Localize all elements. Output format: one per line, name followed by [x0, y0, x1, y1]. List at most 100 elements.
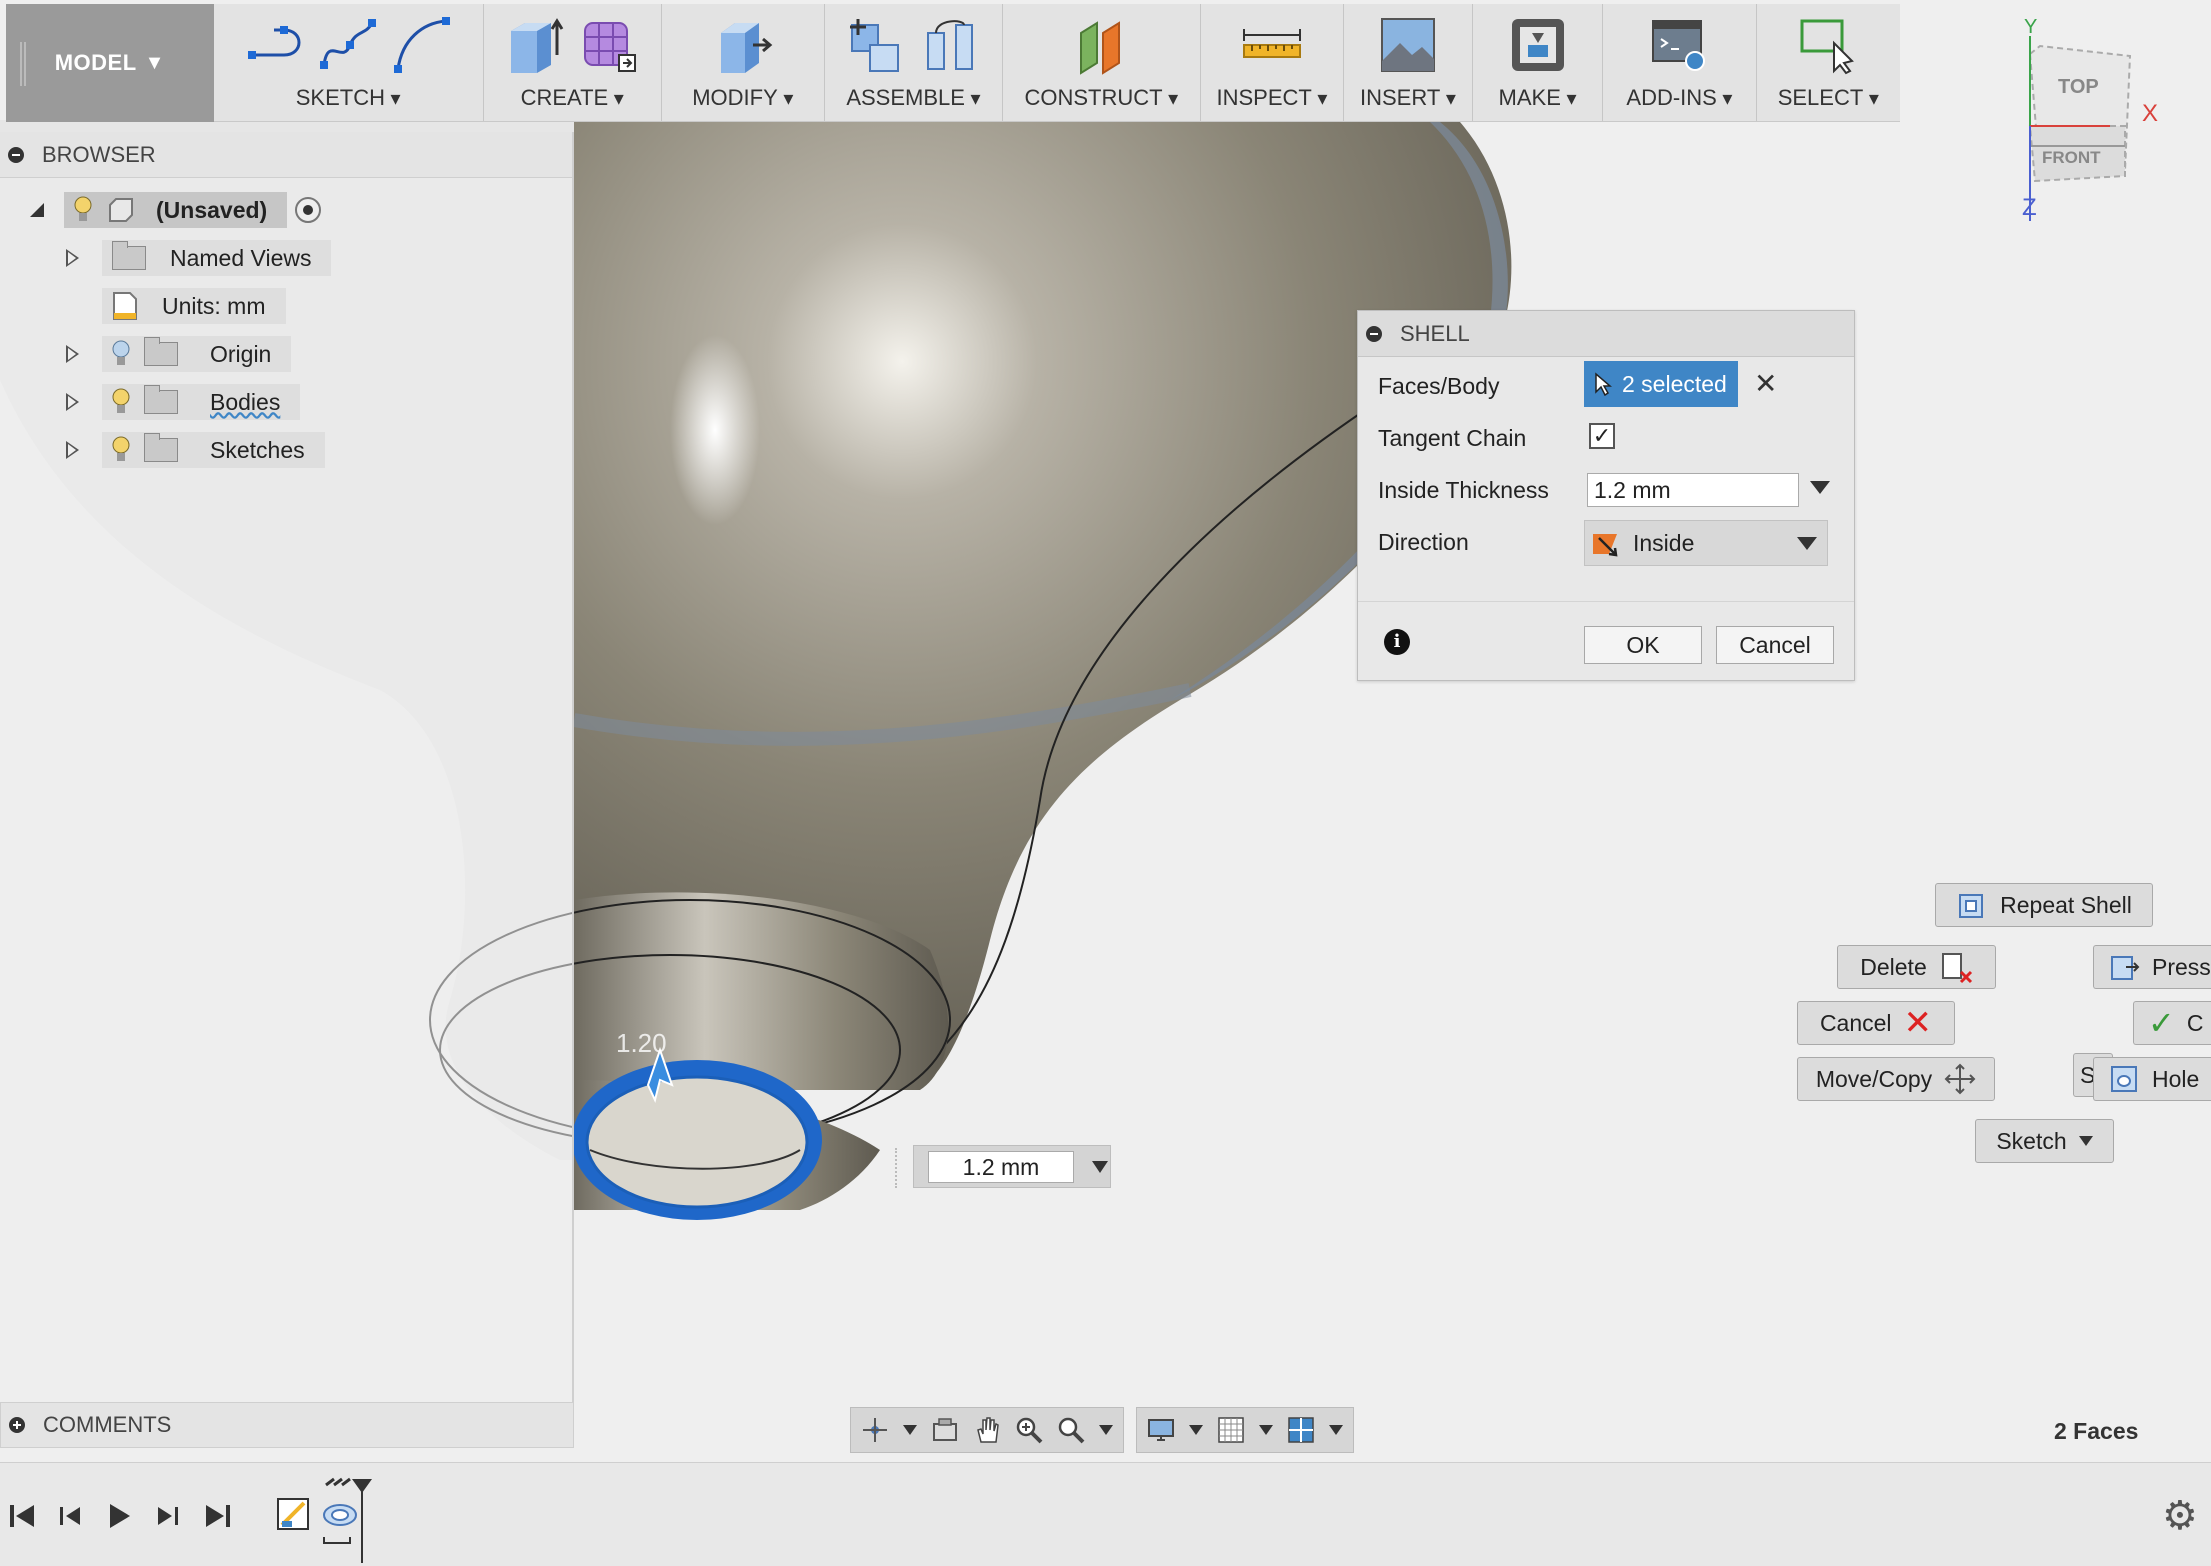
direction-select[interactable]: Inside — [1584, 520, 1828, 566]
lightbulb-icon[interactable] — [112, 388, 130, 416]
toolbar-group-inspect[interactable]: INSPECT — [1201, 4, 1345, 121]
tree-item-bodies[interactable]: Bodies — [66, 384, 301, 420]
offset-plane-icon[interactable] — [1071, 15, 1131, 75]
sketch-dropdown-button[interactable]: Sketch — [1975, 1119, 2114, 1163]
expand-triangle-icon[interactable] — [66, 345, 79, 363]
faces-selection-chip[interactable]: 2 selected — [1584, 361, 1738, 407]
expand-triangle-icon[interactable] — [66, 441, 79, 459]
chevron-down-icon[interactable] — [903, 1425, 917, 1435]
faces-selection-count: 2 selected — [1622, 370, 1727, 397]
expanded-triangle-icon[interactable] — [30, 203, 44, 217]
pan-hand-icon[interactable] — [973, 1416, 1001, 1444]
timeline-start-icon[interactable] — [6, 1499, 40, 1533]
expand-triangle-icon[interactable] — [66, 249, 79, 267]
press-pull-button[interactable]: Press — [2093, 945, 2211, 989]
joint-icon[interactable] — [920, 15, 980, 75]
toolbar-group-insert[interactable]: INSERT — [1344, 4, 1473, 121]
form-create-icon[interactable] — [579, 15, 639, 75]
fit-zoom-icon[interactable] — [1057, 1416, 1085, 1444]
look-at-icon[interactable] — [931, 1416, 959, 1444]
comments-panel[interactable]: COMMENTS — [0, 1402, 574, 1448]
tree-item-named-views[interactable]: Named Views — [66, 240, 332, 276]
repeat-shell-button[interactable]: Repeat Shell — [1935, 883, 2153, 927]
lightbulb-icon[interactable] — [112, 436, 130, 464]
select-group-label: SELECT — [1778, 85, 1879, 111]
orbit-icon[interactable] — [861, 1416, 889, 1444]
expand-triangle-icon[interactable] — [66, 393, 79, 411]
view-cube[interactable]: TOP FRONT Y X Z — [2010, 16, 2160, 226]
toolbar-group-modify[interactable]: MODIFY — [662, 4, 825, 121]
scripts-addins-icon[interactable] — [1649, 15, 1709, 75]
thickness-dropdown-icon[interactable] — [1810, 481, 1830, 494]
info-icon[interactable]: i — [1384, 629, 1410, 655]
display-settings-icon[interactable] — [1147, 1416, 1175, 1444]
lightbulb-icon[interactable] — [112, 340, 130, 368]
clear-selection-icon[interactable]: ✕ — [1754, 367, 1777, 400]
lightbulb-icon[interactable] — [74, 196, 92, 224]
tree-item-origin[interactable]: Origin — [66, 336, 292, 372]
cancel-marking-button[interactable]: Cancel ✕ — [1797, 1001, 1955, 1045]
nav-segment-orbit — [850, 1407, 1124, 1453]
collapse-icon[interactable] — [1366, 325, 1382, 342]
arc-sketch-icon[interactable] — [392, 15, 452, 75]
tree-item-sketches[interactable]: Sketches — [66, 432, 325, 468]
zoom-icon[interactable] — [1015, 1416, 1043, 1444]
sketch-feature-icon[interactable] — [276, 1491, 316, 1535]
chevron-down-icon[interactable] — [1099, 1425, 1113, 1435]
toolbar-group-make[interactable]: MAKE — [1473, 4, 1604, 121]
activate-radio-icon[interactable] — [295, 197, 322, 223]
shell-dialog-header[interactable]: SHELL — [1358, 311, 1854, 357]
timeline-play-icon[interactable] — [102, 1499, 136, 1533]
line-sketch-icon[interactable] — [244, 15, 304, 75]
dimension-grip[interactable] — [895, 1148, 899, 1188]
hole-button[interactable]: Hole — [2093, 1057, 2211, 1101]
timeline-next-icon[interactable] — [150, 1499, 184, 1533]
cancel-button[interactable]: Cancel — [1716, 626, 1834, 664]
expand-icon[interactable] — [9, 1417, 25, 1433]
browser-header[interactable]: BROWSER — [0, 132, 572, 178]
press-pull-icon[interactable] — [713, 15, 773, 75]
navigation-bar — [850, 1407, 1354, 1453]
grid-icon[interactable] — [1217, 1416, 1245, 1444]
move-copy-button[interactable]: Move/Copy — [1797, 1057, 1995, 1101]
construct-group-label: CONSTRUCT — [1024, 85, 1178, 111]
toolbar-group-sketch[interactable]: SKETCH — [214, 4, 484, 121]
inside-thickness-label: Inside Thickness — [1378, 477, 1549, 503]
chevron-down-icon[interactable] — [1259, 1425, 1273, 1435]
chevron-down-icon[interactable] — [1189, 1425, 1203, 1435]
timeline-end-icon[interactable] — [200, 1499, 234, 1533]
inside-thickness-input[interactable]: 1.2 mm — [1587, 473, 1799, 507]
insert-image-icon[interactable] — [1378, 15, 1438, 75]
toolbar-group-assemble[interactable]: ASSEMBLE — [825, 4, 1003, 121]
toolbar-group-create[interactable]: CREATE — [484, 4, 662, 121]
tangent-chain-checkbox[interactable]: ✓ — [1589, 423, 1615, 449]
view-cube-front-label[interactable]: FRONT — [2042, 148, 2101, 168]
tree-item-root[interactable]: (Unsaved) — [30, 192, 322, 228]
chevron-down-icon: ▼ — [144, 51, 165, 74]
timeline-settings-gear-icon[interactable]: ⚙ — [2162, 1493, 2198, 1539]
view-cube-top-label[interactable]: TOP — [2058, 76, 2099, 99]
tree-item-units[interactable]: Units: mm — [102, 288, 286, 324]
toolbar-grip[interactable] — [20, 42, 26, 86]
ok-marking-button[interactable]: ✓ C — [2133, 1001, 2211, 1045]
chevron-down-icon[interactable] — [1329, 1425, 1343, 1435]
viewports-icon[interactable] — [1287, 1416, 1315, 1444]
collapse-icon[interactable] — [8, 146, 24, 163]
spline-sketch-icon[interactable] — [318, 15, 378, 75]
measure-icon[interactable] — [1242, 15, 1302, 75]
select-icon[interactable] — [1798, 15, 1858, 75]
delete-button[interactable]: Delete — [1837, 945, 1996, 989]
new-component-icon[interactable] — [846, 15, 906, 75]
3d-print-icon[interactable] — [1508, 15, 1568, 75]
thickness-dimension-input[interactable]: 1.2 mm — [928, 1151, 1074, 1183]
toolbar-group-select[interactable]: SELECT — [1757, 4, 1900, 121]
ok-button[interactable]: OK — [1584, 626, 1702, 664]
delete-label: Delete — [1860, 953, 1927, 980]
timeline-prev-icon[interactable] — [54, 1499, 88, 1533]
toolbar-group-addins[interactable]: ADD-INS — [1603, 4, 1757, 121]
timeline-marker-icon[interactable] — [350, 1477, 374, 1566]
workspace-switcher[interactable]: MODEL ▼ — [6, 4, 214, 122]
dimension-dropdown-icon[interactable] — [1092, 1161, 1108, 1173]
extrude-icon[interactable] — [505, 15, 565, 75]
toolbar-group-construct[interactable]: CONSTRUCT — [1003, 4, 1201, 121]
